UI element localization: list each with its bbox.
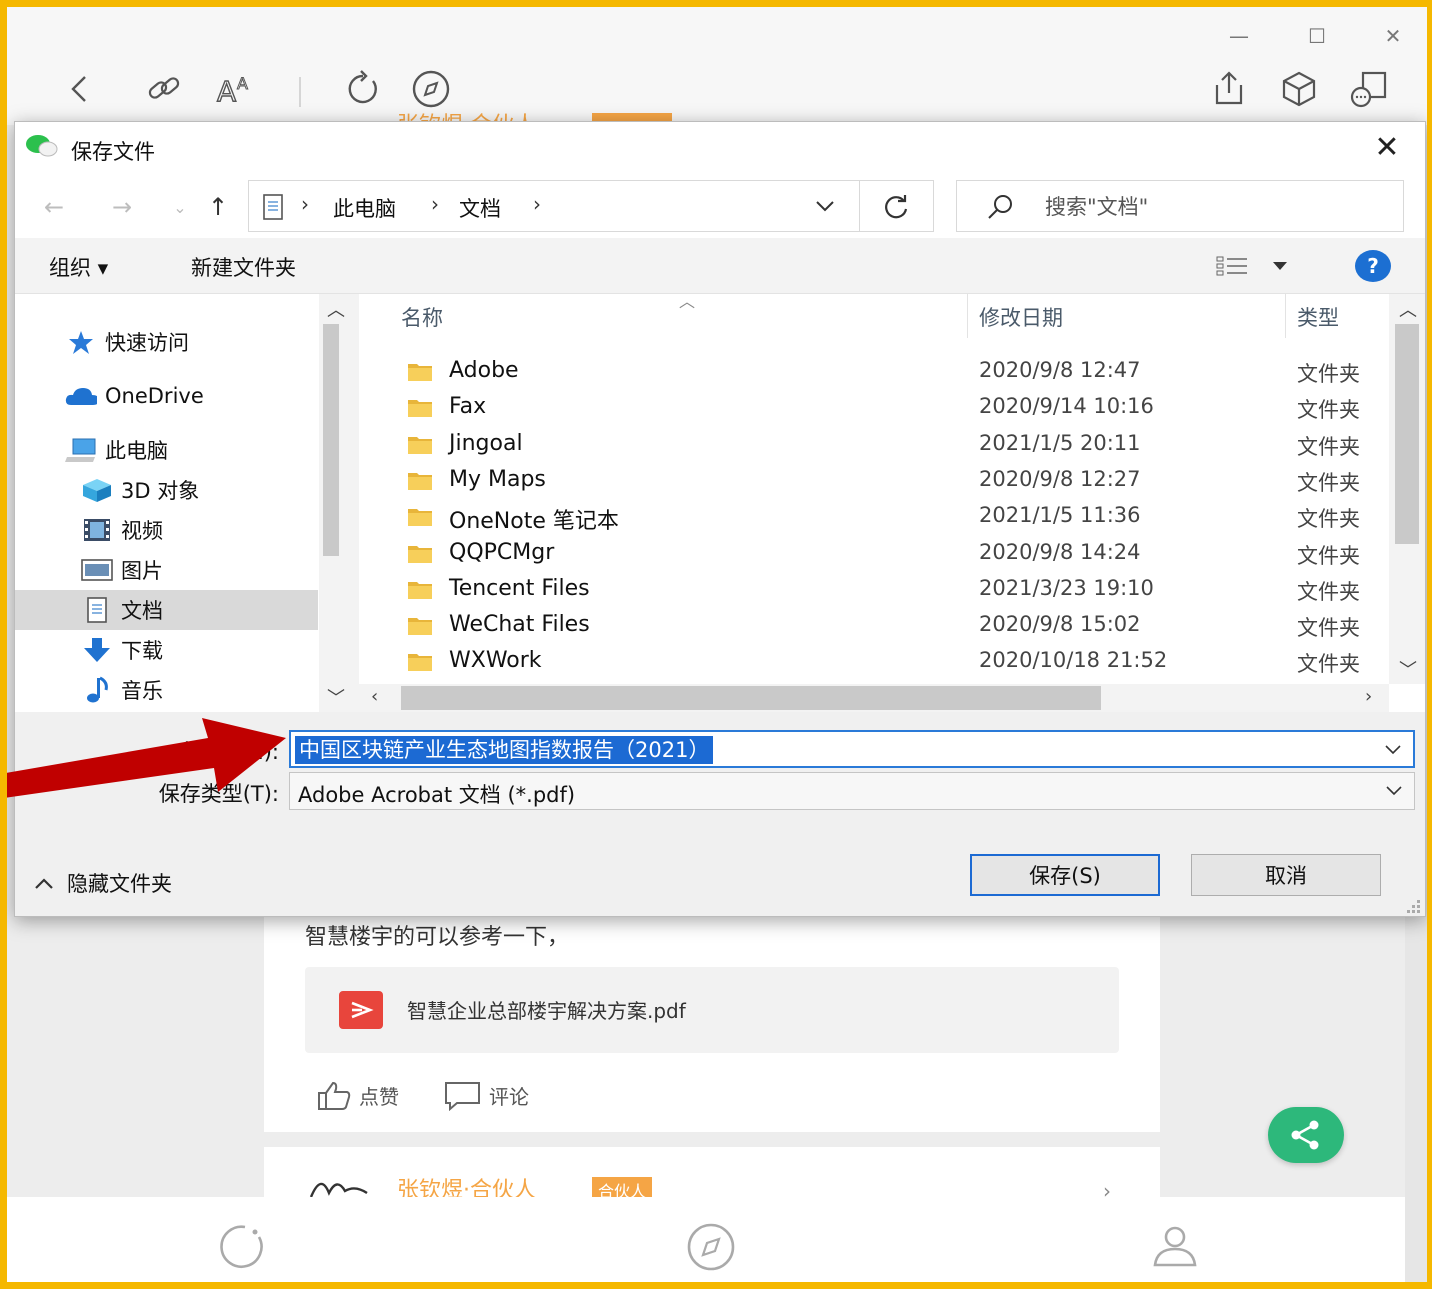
screenshot-frame: [0, 0, 1432, 1289]
